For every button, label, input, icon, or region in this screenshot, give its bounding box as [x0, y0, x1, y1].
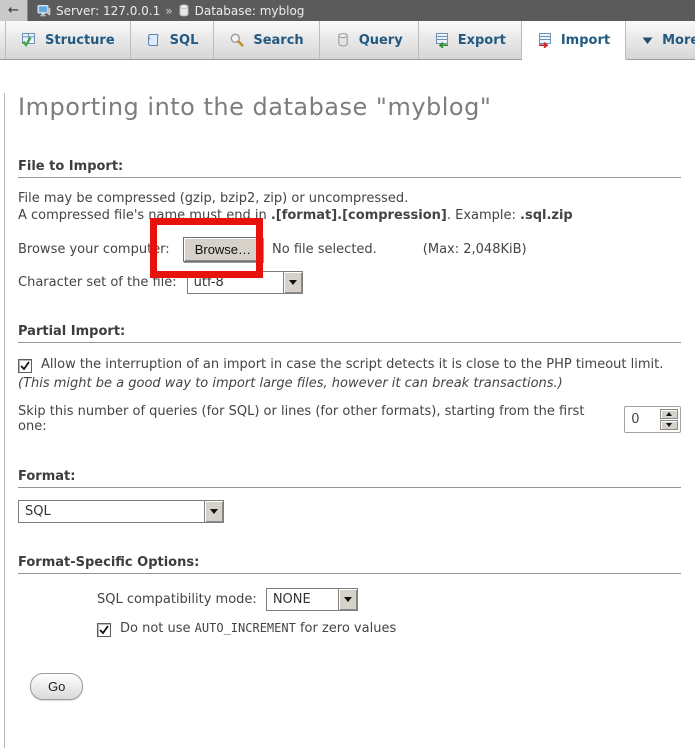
no-file-selected-text: No file selected.: [272, 242, 377, 257]
allow-interruption-checkbox[interactable]: [18, 359, 32, 373]
database-icon: [178, 4, 190, 17]
breadcrumb-bar: ← Server: 127.0.0.1 » Database: myblog: [0, 0, 695, 21]
table-arrow-left-icon: [434, 32, 450, 48]
breadcrumb-server-link[interactable]: Server: 127.0.0.1: [56, 4, 160, 18]
charset-label: Character set of the file:: [18, 275, 177, 290]
page-title: Importing into the database "myblog": [18, 93, 681, 121]
tab-label: Structure: [45, 33, 115, 48]
back-arrow-icon: ←: [8, 3, 19, 18]
sql-scroll-icon: [146, 32, 162, 48]
tab-export[interactable]: Export: [419, 21, 522, 59]
main-content: Importing into the database "myblog" Fil…: [4, 93, 695, 748]
tab-sql[interactable]: SQL: [131, 21, 215, 59]
auto-increment-code: AUTO_INCREMENT: [195, 621, 296, 635]
tab-search[interactable]: Search: [214, 21, 319, 59]
server-icon: [37, 4, 51, 18]
help-line2-mid: . Example:: [447, 208, 520, 223]
charset-row: Character set of the file: utf-8: [18, 270, 681, 294]
auto-increment-row: Do not use AUTO_INCREMENT for zero value…: [97, 621, 681, 637]
tab-query[interactable]: Query: [320, 21, 419, 59]
browse-file-row: Browse your computer: Browse… No file se…: [18, 236, 681, 262]
auto-increment-prefix: Do not use: [120, 621, 195, 636]
help-line1: File may be compressed (gzip, bzip2, zip…: [18, 191, 408, 206]
sql-compatibility-row: SQL compatibility mode: NONE: [97, 588, 681, 611]
dropdown-arrow-icon: [338, 589, 357, 610]
format-selected-value: SQL: [19, 501, 204, 522]
skip-queries-value: 0: [625, 407, 660, 432]
help-line2-prefix: A compressed file's name must end in: [18, 208, 271, 223]
chevron-down-icon: [641, 34, 654, 47]
browse-label: Browse your computer:: [18, 242, 170, 257]
sql-compatibility-select[interactable]: NONE: [266, 588, 358, 611]
auto-increment-checkbox[interactable]: [97, 623, 111, 637]
tab-structure[interactable]: Structure: [5, 21, 131, 59]
file-import-help: File may be compressed (gzip, bzip2, zip…: [18, 190, 681, 224]
auto-increment-suffix: for zero values: [296, 621, 396, 636]
tab-label: Import: [561, 33, 610, 48]
magnifier-icon: [229, 32, 245, 48]
tab-label: SQL: [170, 33, 199, 48]
help-line2-example: .sql.zip: [520, 208, 573, 223]
table-arrow-right-icon: [537, 32, 553, 48]
tab-more[interactable]: More: [626, 21, 695, 59]
skip-queries-row: Skip this number of queries (for SQL) or…: [18, 405, 681, 433]
skip-queries-spinner[interactable]: 0: [624, 406, 681, 433]
dropdown-arrow-icon: [283, 272, 302, 293]
check-icon: [20, 361, 30, 371]
breadcrumb-database-link[interactable]: Database: myblog: [195, 4, 305, 18]
dropdown-arrow-icon: [204, 501, 223, 522]
tab-label: Export: [458, 33, 506, 48]
section-heading-file-to-import: File to Import:: [18, 159, 681, 178]
spinner-down-button[interactable]: [660, 420, 678, 430]
browse-button[interactable]: Browse…: [183, 237, 263, 262]
check-icon: [99, 625, 109, 635]
help-line2-format: .[format].[compression]: [271, 208, 447, 223]
go-button[interactable]: Go: [30, 673, 83, 700]
tab-label: Query: [359, 33, 403, 48]
section-heading-format-specific: Format-Specific Options:: [18, 555, 681, 574]
database-cylinder-icon: [335, 32, 351, 48]
charset-selected-value: utf-8: [188, 272, 283, 293]
charset-select[interactable]: utf-8: [187, 271, 303, 294]
tab-import[interactable]: Import: [522, 21, 626, 60]
max-file-size-text: (Max: 2,048KiB): [423, 242, 527, 257]
sql-compatibility-label: SQL compatibility mode:: [97, 592, 257, 607]
section-heading-partial-import: Partial Import:: [18, 324, 681, 343]
section-heading-format: Format:: [18, 469, 681, 488]
format-select[interactable]: SQL: [18, 500, 224, 523]
tab-bar: Structure SQL Search Query Export Import: [0, 21, 695, 60]
breadcrumb-separator: »: [165, 4, 172, 18]
allow-interruption-note: (This might be a good way to import larg…: [18, 376, 563, 391]
structure-table-check-icon: [21, 32, 37, 48]
allow-interruption-text: Allow the interruption of an import in c…: [41, 357, 663, 372]
allow-interruption-row: Allow the interruption of an import in c…: [18, 355, 681, 393]
sql-compatibility-value: NONE: [267, 589, 338, 610]
skip-queries-label: Skip this number of queries (for SQL) or…: [18, 404, 614, 434]
tab-label: More: [662, 33, 695, 48]
tab-label: Search: [253, 33, 303, 48]
spinner-up-button[interactable]: [660, 409, 678, 419]
back-button[interactable]: ←: [0, 0, 28, 21]
